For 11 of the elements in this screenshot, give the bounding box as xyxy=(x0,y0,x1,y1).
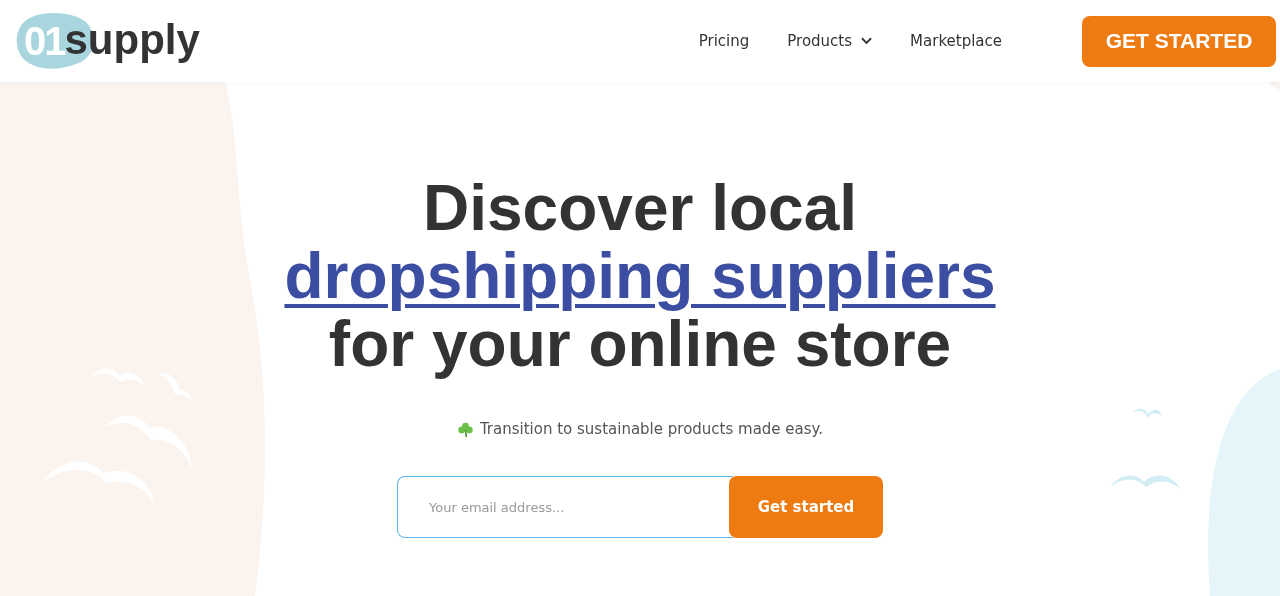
logo[interactable]: 01supply xyxy=(16,12,216,70)
tagline-text: Transition to sustainable products made easy. xyxy=(479,420,824,438)
chevron-down-icon xyxy=(861,37,873,45)
headline-text: for your online store xyxy=(328,310,952,378)
email-field[interactable]: Your email address... xyxy=(397,476,733,538)
shamrock-icon xyxy=(456,420,474,438)
headline-text: Discover local xyxy=(423,174,857,242)
nav-link[interactable]: Marketplace xyxy=(910,32,1002,50)
headline-link[interactable]: dropshipping suppliers xyxy=(284,242,996,310)
nav-link[interactable]: Pricing xyxy=(698,32,750,50)
nav-link[interactable]: Products xyxy=(787,32,873,50)
